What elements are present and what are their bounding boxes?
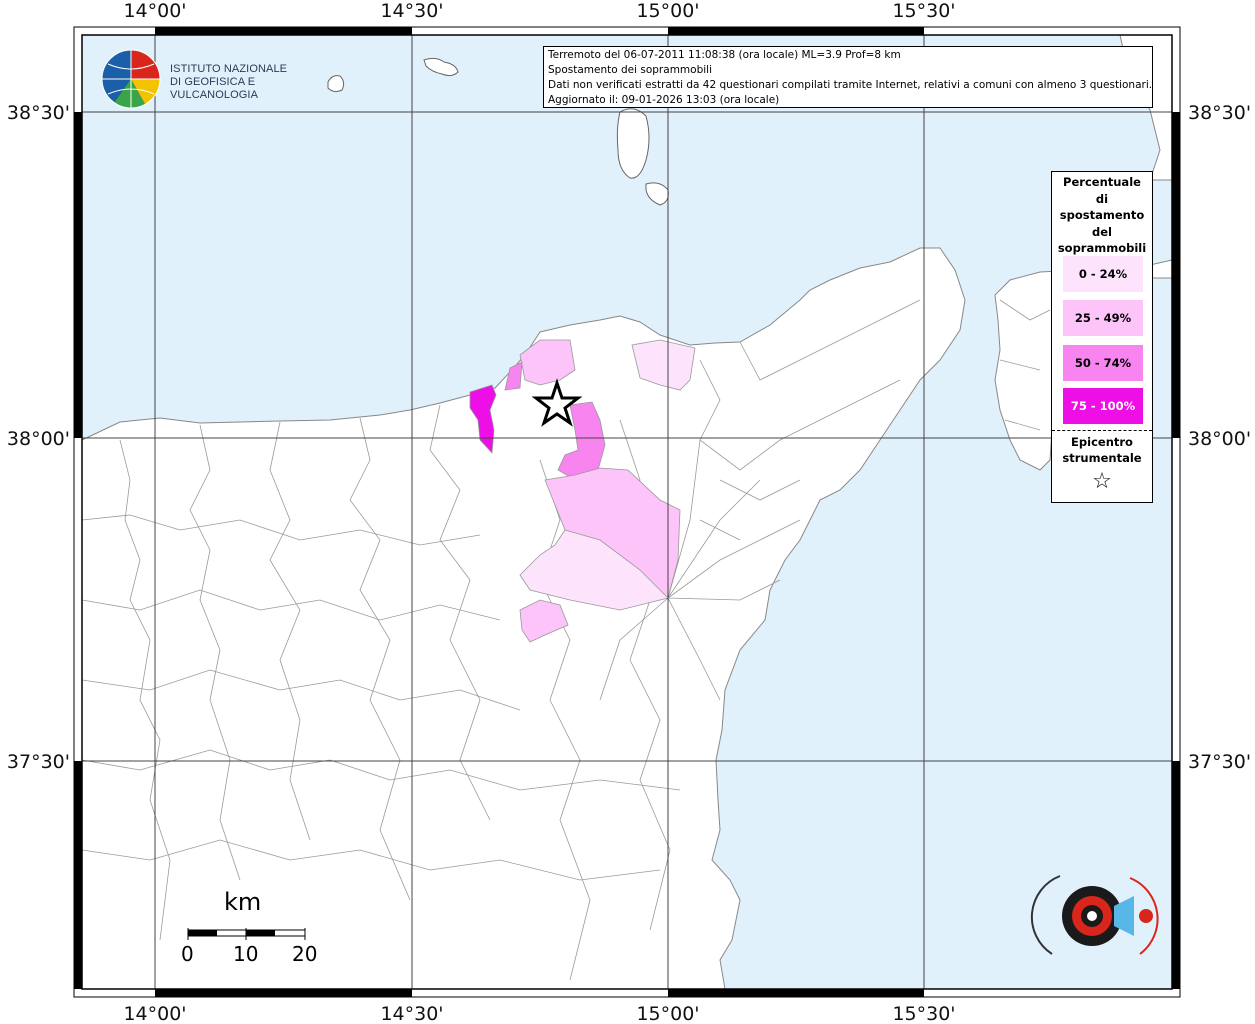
event-info-box: Terremoto del 06-07-2011 11:08:38 (ora l… (543, 46, 1153, 108)
legend-title-line-1: Percentuale (1063, 175, 1141, 189)
legend-class-50-74: 50 - 74% (1063, 345, 1143, 381)
lat-label-right-3: 37°30' (1188, 751, 1251, 773)
legend-title-line-5: soprammobili (1057, 241, 1147, 255)
scale-tick-0: 0 (181, 942, 194, 966)
lon-label-bottom-2: 14°30' (380, 1003, 443, 1024)
legend-class-0-24: 0 - 24% (1063, 256, 1143, 292)
scale-unit: km (224, 888, 262, 916)
lon-label-bottom-3: 15°00' (636, 1003, 699, 1024)
island-alicudi (327, 75, 345, 93)
data-source-note: Dati non verificati estratti da 42 quest… (548, 79, 1153, 91)
lat-label-right-1: 38°30' (1188, 102, 1251, 124)
legend-epicenter-line-1: Epicentro (1071, 435, 1133, 449)
legend-star-icon: ☆ (1092, 469, 1112, 494)
lon-label-top-4: 15°30' (892, 0, 955, 22)
lon-label-top-2: 14°30' (380, 0, 443, 22)
legend-title-line-3: spostamento (1059, 208, 1145, 222)
scale-bar: km 0 10 20 (180, 888, 330, 978)
legend: Percentuale di spostamento del soprammob… (1051, 171, 1153, 503)
legend-title: Percentuale di spostamento del soprammob… (1052, 172, 1152, 257)
legend-epicenter-label: Epicentro strumentale (1052, 434, 1152, 466)
globe-icon (101, 49, 161, 109)
lon-label-bottom-4: 15°30' (892, 1003, 955, 1024)
scale-tick-10: 10 (233, 942, 259, 966)
ingv-logo-text: ISTITUTO NAZIONALE DI GEOFISICA E VULCAN… (170, 63, 315, 102)
ingv-line-2: DI GEOFISICA E VULCANOLOGIA (170, 76, 259, 101)
lat-label-right-2: 38°00' (1188, 428, 1251, 450)
lat-label-left-3: 37°30' (7, 751, 70, 773)
legend-class-25-49: 25 - 49% (1063, 300, 1143, 336)
haisentito-watermark (1030, 862, 1165, 982)
ingv-line-1: ISTITUTO NAZIONALE (170, 63, 288, 75)
ingv-logo: ISTITUTO NAZIONALE DI GEOFISICA E VULCAN… (100, 48, 315, 112)
map-subject: Spostamento dei soprammobili (548, 64, 712, 76)
event-title: Terremoto del 06-07-2011 11:08:38 (ora l… (548, 49, 901, 61)
lon-label-bottom-1: 14°00' (123, 1003, 186, 1024)
legend-separator (1052, 430, 1152, 431)
lon-label-top-1: 14°00' (123, 0, 186, 22)
updated-timestamp: Aggiornato il: 09-01-2026 13:03 (ora loc… (548, 94, 780, 106)
legend-epicenter-line-2: strumentale (1062, 451, 1142, 465)
scale-tick-20: 20 (292, 942, 318, 966)
legend-title-line-2: di (1095, 191, 1109, 206)
megaphone-icon (1030, 875, 1159, 955)
lon-label-top-3: 15°00' (636, 0, 699, 22)
lat-label-left-2: 38°00' (7, 428, 70, 450)
lat-label-left-1: 38°30' (7, 102, 70, 124)
legend-title-line-4: del (1092, 224, 1112, 239)
legend-class-75-100: 75 - 100% (1063, 388, 1143, 424)
